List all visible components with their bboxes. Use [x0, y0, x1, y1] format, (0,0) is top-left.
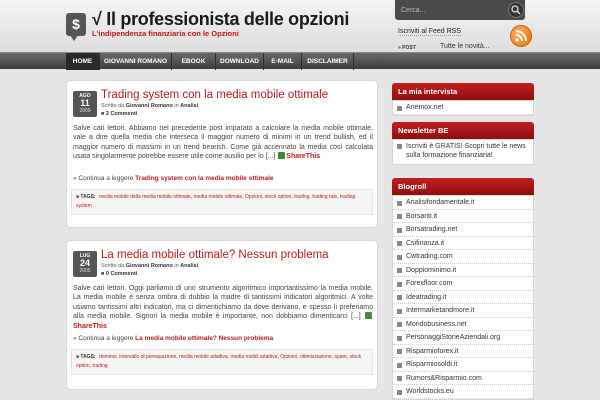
blogroll-link[interactable]: Forexfloor.com [393, 277, 533, 291]
post-date-badge: LUG 24 2009 [73, 251, 97, 277]
post-category-link[interactable]: Analisi [180, 263, 198, 269]
interview-widget-title: La mia intervista [392, 83, 534, 100]
blogroll-link[interactable]: Borsanti.it [393, 210, 533, 223]
post-tags: TAGS: dominio, intervallo di perequazion… [71, 349, 373, 375]
sharethis-icon[interactable] [365, 312, 372, 320]
newsletter-widget: Iscriviti è GRATIS! Scopri tutte le news… [392, 139, 534, 165]
rss-post-label: » POST [398, 45, 416, 51]
blogroll-link[interactable]: Worldstocks.eu [393, 385, 533, 399]
sharethis-link[interactable]: ShareThis [73, 323, 107, 330]
post-category-link[interactable]: Analisi [180, 103, 198, 109]
tag-link[interactable]: Opzioni [280, 354, 297, 360]
tag-link[interactable]: dominio [99, 354, 117, 360]
post-excerpt-text: Salve cari lettori. Abbiamo nel preceden… [73, 125, 373, 161]
tag-link[interactable]: spam [334, 354, 346, 360]
read-more-link[interactable]: La media mobile ottimale? Nessun problem… [135, 335, 273, 342]
post-tags: TAGS: media mobile della media mobile ot… [71, 189, 373, 215]
read-more-prefix: » Continua a leggere [73, 175, 134, 182]
site-header: $ √ Il professionista delle opzioni L'in… [0, 0, 600, 52]
blogroll-link[interactable]: Borsatrading.net [393, 223, 533, 237]
search-input[interactable] [401, 4, 501, 16]
post-meta: Scritto da Giovanni Romano in Analisi [101, 263, 198, 269]
sharethis-link[interactable]: ShareThis [286, 153, 320, 160]
newsletter-widget-title: Newsletter BE [392, 122, 534, 139]
blogroll-link[interactable]: PersonaggiStorieAziendali.org [393, 331, 533, 345]
tag-link[interactable]: stock option [265, 194, 292, 200]
search-box [395, 0, 525, 20]
logo-symbol: $ [72, 16, 80, 32]
meta-in: in [174, 263, 179, 269]
blogroll-link[interactable]: Doppiominimo.it [393, 264, 533, 277]
post-author-link[interactable]: Giovanni Romano [126, 103, 173, 109]
rss-feed-icon[interactable] [510, 25, 532, 47]
nav-giovanni-romano[interactable]: GIOVANNI ROMANO [100, 53, 172, 70]
blogroll-widget: Analisifondamentale.it Borsanti.it Borsa… [392, 195, 534, 400]
post-author-link[interactable]: Giovanni Romano [126, 263, 173, 269]
site-tagline: L'indipendenza finanziaria con le Opzion… [92, 29, 239, 38]
tag-link[interactable]: media mobile ottimale [194, 194, 243, 200]
tags-label: TAGS: [76, 354, 96, 360]
rss-all-news-link[interactable]: Tutte le novità... [440, 43, 490, 50]
blogroll-link[interactable]: Csifinanza.it [393, 237, 533, 250]
search-button[interactable] [508, 2, 524, 18]
tag-link[interactable]: Opzioni [245, 194, 262, 200]
sharethis-icon[interactable] [278, 152, 286, 160]
interview-widget: Anemox.net [392, 100, 534, 116]
nav-home[interactable]: HOME [66, 53, 100, 70]
tag-link[interactable]: trading rule [312, 194, 337, 200]
blogroll-link[interactable]: Risparmioforex.it [393, 345, 533, 358]
rss-subscribe-link[interactable]: Iscriviti al Feed RSS [398, 28, 462, 36]
tag-link[interactable]: trading [294, 194, 309, 200]
main-nav: HOME GIOVANNI ROMANO EBOOK DOWNLOAD E-MA… [0, 52, 600, 70]
meta-prefix: Scritto da [101, 263, 125, 269]
post-day: 24 [79, 258, 90, 268]
nav-disclaimer[interactable]: DISCLAIMER [302, 53, 354, 70]
read-more-prefix: » Continua a leggere [73, 335, 134, 342]
nav-ebook[interactable]: EBOOK [172, 53, 216, 70]
post-day: 11 [80, 98, 90, 108]
blogroll-link[interactable]: Analisifondamentale.it [393, 196, 533, 210]
read-more: » Continua a leggere La media mobile ott… [73, 335, 273, 342]
blogroll-link[interactable]: Ideatrading.it [393, 291, 533, 304]
post-year: 2009 [79, 108, 91, 114]
read-more: » Continua a leggere Trading system con … [73, 175, 274, 182]
blogroll-link[interactable]: Risparmiosoldi.it [393, 358, 533, 372]
read-more-link[interactable]: Trading system con la media mobile ottim… [135, 175, 273, 182]
search-icon [511, 5, 521, 15]
tags-label: TAGS: [76, 194, 96, 200]
tag-link[interactable]: ottimizzazione [300, 354, 332, 360]
blogroll-link[interactable]: Cwtrading.com [393, 250, 533, 264]
post-excerpt-text: Salve cari lettori. Oggi parliamo di uno… [73, 285, 373, 321]
tag-link[interactable]: intervallo di perequazione [119, 354, 176, 360]
post-date-badge: AGO 11 2009 [73, 91, 97, 117]
rss-waves-icon [515, 30, 527, 42]
meta-in: in [174, 103, 179, 109]
post-title-link[interactable]: Trading system con la media mobile ottim… [101, 89, 328, 101]
post-meta: Scritto da Giovanni Romano in Analisi [101, 103, 198, 109]
post-excerpt: Salve cari lettori. Abbiamo nel preceden… [73, 124, 373, 162]
post-excerpt: Salve cari lettori. Oggi parliamo di uno… [73, 284, 373, 331]
nav-download[interactable]: DOWNLOAD [216, 53, 264, 70]
dollar-chat-logo-icon[interactable]: $ [66, 13, 86, 41]
tag-link[interactable]: trading [92, 363, 107, 369]
post-comments-link[interactable]: 2 Commenti [101, 111, 137, 117]
blogroll-link[interactable]: Rumors&Risparmio.com [393, 372, 533, 385]
post-title-link[interactable]: La media mobile ottimale? Nessun problem… [101, 249, 329, 261]
tag-link[interactable]: media mobili adattiva [230, 354, 277, 360]
nav-email[interactable]: E-MAIL [264, 53, 302, 70]
blogroll-link[interactable]: Intermarketandmore.it [393, 304, 533, 318]
tag-link[interactable]: media mobile adattiva [179, 354, 228, 360]
post-comments-link[interactable]: 0 Commenti [101, 271, 137, 277]
post-card: LUG 24 2009 La media mobile ottimale? Ne… [66, 240, 378, 390]
sidebar-link[interactable]: Anemox.net [393, 101, 533, 115]
newsletter-link[interactable]: Iscriviti è GRATIS! Scopri tutte le news… [393, 140, 533, 162]
blogroll-link[interactable]: Mondobusiness.net [393, 318, 533, 331]
post-year: 2009 [79, 268, 91, 274]
tag-link[interactable]: media mobile della media mobile ottimale [99, 194, 191, 200]
site-title[interactable]: √ Il professionista delle opzioni [92, 9, 349, 30]
post-card: AGO 11 2009 Trading system con la media … [66, 80, 378, 228]
meta-prefix: Scritto da [101, 103, 125, 109]
blogroll-widget-title: Blogroll [392, 178, 534, 195]
